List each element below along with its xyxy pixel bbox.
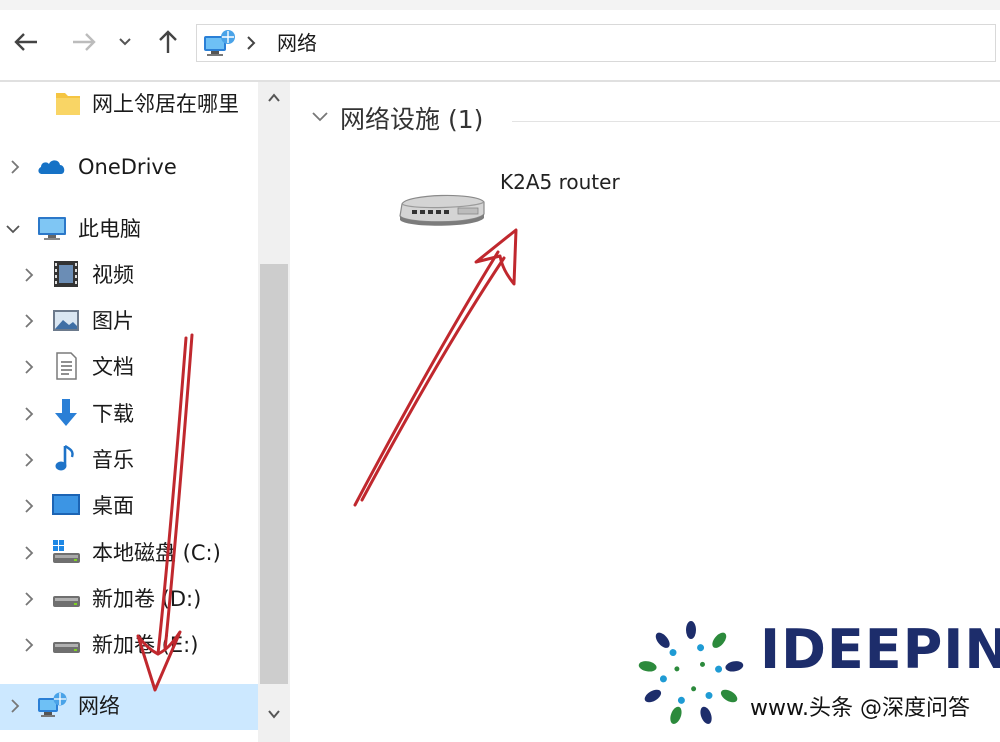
sidebar-item-label: OneDrive (78, 155, 177, 179)
sidebar-item-desktop[interactable]: 桌面 (0, 484, 258, 528)
up-arrow-icon (159, 30, 177, 53)
chevron-right-icon[interactable] (20, 543, 38, 563)
forward-button[interactable] (64, 24, 104, 60)
chevron-right-icon[interactable] (20, 450, 38, 470)
sidebar-item-label: 新加卷 (E:) (92, 633, 199, 657)
watermark: IDEEPIN www.头条 @深度问答 (628, 610, 1000, 740)
navigation-pane: 网上邻居在哪里 OneDrive 此电脑 视频 图片 文档 下载 音乐 桌面 本… (0, 82, 290, 742)
forward-arrow-icon (73, 33, 96, 51)
address-bar[interactable]: 网络 (196, 24, 996, 62)
sidebar-item-documents[interactable]: 文档 (0, 345, 258, 389)
chevron-right-icon[interactable] (20, 311, 38, 331)
sidebar-item-music[interactable]: 音乐 (0, 438, 258, 482)
sidebar-item-folder[interactable]: 网上邻居在哪里 (0, 82, 258, 126)
recent-locations-button[interactable] (110, 24, 140, 60)
network-icon (38, 692, 67, 717)
router-icon (399, 194, 485, 226)
chevron-right-icon[interactable] (20, 589, 38, 609)
sidebar-item-downloads[interactable]: 下载 (0, 392, 258, 436)
chevron-right-icon[interactable] (20, 265, 38, 285)
chevron-right-icon[interactable] (20, 357, 38, 377)
explorer-toolbar: 网络 (0, 10, 1000, 76)
videos-folder-icon (54, 261, 78, 287)
sidebar-item-label: 音乐 (92, 448, 134, 472)
downloads-arrow-icon (55, 399, 77, 426)
sidebar-item-drive-c[interactable]: 本地磁盘 (C:) (0, 531, 258, 575)
chevron-down-icon[interactable] (4, 219, 22, 239)
sidebar-item-onedrive[interactable]: OneDrive (0, 145, 258, 189)
sidebar-item-label: 此电脑 (78, 217, 141, 241)
sidebar-item-label: 视频 (92, 263, 134, 287)
sidebar-scrollbar[interactable] (258, 82, 290, 742)
sidebar-item-label: 图片 (92, 309, 134, 333)
sidebar-item-label: 本地磁盘 (C:) (92, 541, 221, 565)
chevron-right-icon[interactable] (6, 696, 24, 716)
device-item-router[interactable]: K2A5 router (396, 166, 656, 236)
watermark-url: www.头条 @深度问答 (750, 696, 970, 721)
sidebar-item-label: 桌面 (92, 494, 134, 518)
desktop-icon (52, 494, 80, 515)
sidebar-item-drive-d[interactable]: 新加卷 (D:) (0, 577, 258, 621)
scroll-up-arrow-icon[interactable] (267, 92, 281, 104)
back-button[interactable] (6, 24, 46, 60)
folder-icon (56, 93, 80, 115)
sidebar-item-pictures[interactable]: 图片 (0, 299, 258, 343)
chevron-right-icon[interactable] (20, 635, 38, 655)
sidebar-item-label: 文档 (92, 355, 134, 379)
drive-icon (53, 642, 80, 653)
breadcrumb-chevron-icon (247, 36, 256, 50)
sidebar-item-this-pc[interactable]: 此电脑 (0, 207, 258, 251)
onedrive-cloud-icon (38, 160, 65, 174)
ideepin-logo-icon (638, 621, 744, 724)
music-note-icon (55, 444, 74, 471)
sidebar-item-network[interactable]: 网络 (0, 684, 258, 730)
drive-icon (53, 596, 80, 607)
chevron-down-icon (119, 38, 131, 46)
sidebar-item-drive-e[interactable]: 新加卷 (E:) (0, 623, 258, 667)
group-title: 网络设施 (1) (340, 105, 484, 134)
windows-drive-icon (53, 540, 80, 563)
window-top-edge (0, 0, 1000, 10)
group-divider (512, 121, 1000, 122)
chevron-right-icon[interactable] (20, 496, 38, 516)
this-pc-icon (38, 217, 66, 240)
device-name: K2A5 router (500, 170, 620, 194)
scroll-down-arrow-icon[interactable] (267, 708, 281, 720)
watermark-brand: IDEEPIN (760, 618, 1000, 681)
sidebar-item-label: 新加卷 (D:) (92, 587, 202, 611)
sidebar-item-label: 下载 (92, 402, 134, 426)
sidebar-item-label: 网上邻居在哪里 (92, 92, 239, 116)
chevron-right-icon[interactable] (6, 157, 24, 177)
chevron-down-icon[interactable] (310, 110, 330, 124)
up-button[interactable] (148, 24, 188, 60)
back-arrow-icon (14, 33, 37, 51)
breadcrumb-network[interactable]: 网络 (277, 30, 317, 56)
sidebar-item-videos[interactable]: 视频 (0, 253, 258, 297)
chevron-right-icon[interactable] (20, 404, 38, 424)
sidebar-item-label: 网络 (78, 694, 120, 718)
documents-folder-icon (56, 352, 77, 380)
pictures-folder-icon (53, 310, 79, 331)
scrollbar-thumb[interactable] (260, 264, 288, 684)
network-icon (204, 30, 235, 56)
